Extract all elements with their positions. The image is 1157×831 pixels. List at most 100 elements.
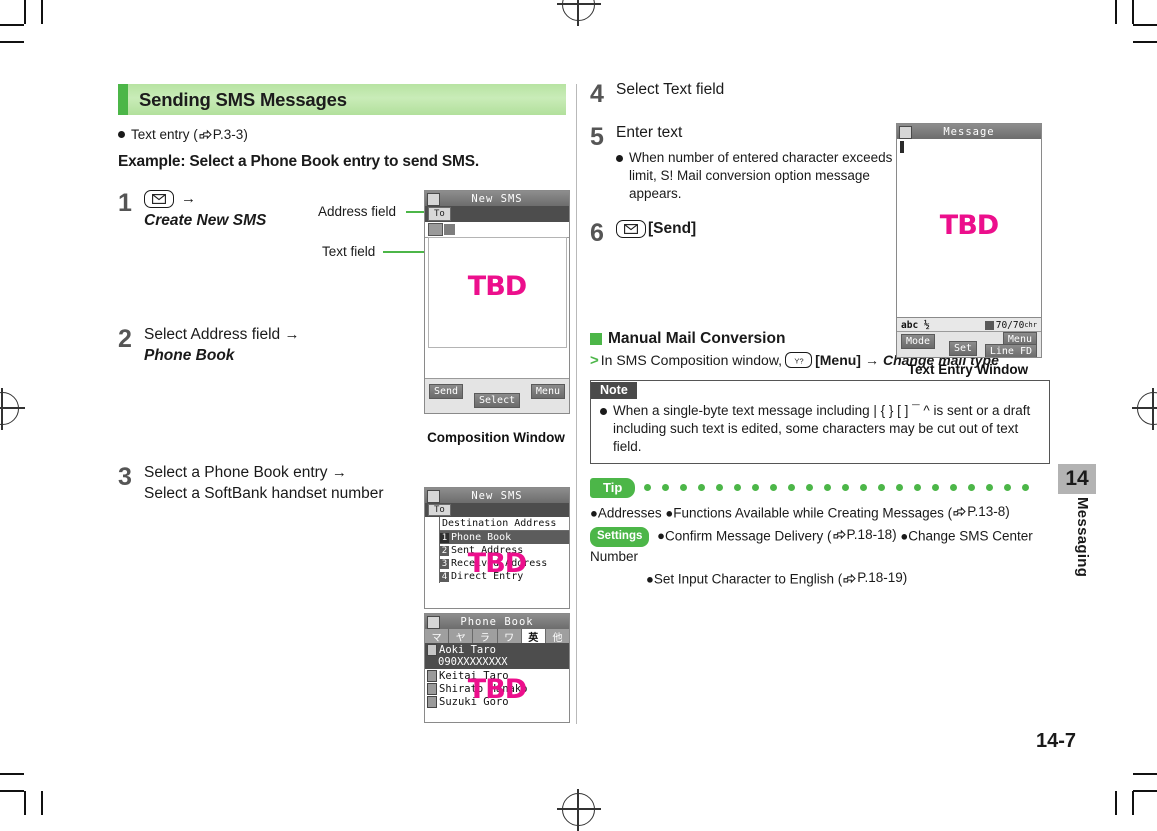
tip-line1-a: Addresses [597,504,662,520]
green-square-icon [590,332,602,345]
char-counter: 70/70 chr [984,319,1037,331]
menu-key-icon: Y? [785,352,813,369]
tab-ya[interactable]: ヤ [449,629,474,644]
crop-mark-tl-h [0,24,24,26]
step-5-number: 5 [590,123,604,151]
crop-mark-br-v2 [1132,791,1134,815]
section-accent-bar [118,84,128,115]
crop-mark-bl-v [24,791,26,815]
crop-mark-tr-v2 [1132,0,1134,24]
screen3-tbd-placeholder: TBD [467,674,527,705]
menu-title: Destination Address [440,517,569,531]
tab-ra[interactable]: ラ [473,629,498,644]
tab-ma[interactable]: マ [425,629,450,644]
tip-line-1: ●Addresses ●Functions Available while Cr… [590,502,1050,523]
screen1-address-row[interactable]: To [425,206,569,222]
screen2-address-row[interactable]: To [425,503,569,517]
screen-text-entry-window: Message TBD abc ½ 70/70 chr Mode Set Menu… [896,123,1042,358]
screen1-text-row[interactable] [425,222,569,238]
registration-mark-bottom [557,789,601,831]
tip-bullet-1: ● [590,504,598,520]
step-6-label: [Send] [648,219,697,237]
note-text: When a single-byte text message includin… [613,402,1031,454]
screen1-title: New SMS [471,192,523,205]
step-5-bullet-dot-icon [616,154,623,162]
tab-english[interactable]: 英 [521,629,546,644]
tip-ref-1: P.13-8) [952,502,1010,522]
step-2-number: 2 [118,325,132,354]
cross-reference: P.3-3 ) [198,127,248,142]
tip-bullet-3: ● [657,528,665,544]
screen2-tbd-placeholder: TBD [467,548,527,579]
softkey-menu[interactable]: Menu [530,384,565,399]
text-field-icon [428,223,443,236]
registration-mark-right [1132,388,1157,430]
manual-op-menu: [Menu] [815,351,861,368]
step-1-number: 1 [118,189,132,217]
registration-mark-left [0,388,25,430]
menu-item-1-label: Phone Book [451,532,512,543]
list-item-selected[interactable]: Aoki Taro 090XXXXXXXX [425,643,569,669]
step-5-body: Enter text When number of entered charac… [616,123,916,203]
screen-destination-address: New SMS To Destination Address 1 Phone B… [424,487,570,609]
manual-heading-text: Manual Mail Conversion [608,329,786,347]
tab-other[interactable]: 他 [546,629,569,644]
step-4-number: 4 [590,80,604,108]
step-1-action: Create New SMS [144,212,267,230]
tip-line3-b: ) [902,570,908,586]
text-cursor [900,141,904,153]
step-5-line1: Enter text [616,124,683,141]
softkey-line-fd[interactable]: Line FD [984,344,1037,357]
mail-status-icon [427,193,440,206]
caption-text-entry-window: Text Entry Window [907,362,1029,377]
tip-ref-3-page: P.18-19 [857,570,903,586]
screen-composition-window: New SMS To TBD Send Select Menu [424,190,570,414]
char-counter-value: 70/70 [995,319,1025,331]
tip-line-3: ●Set Input Character to English (P.18-19… [590,568,1050,589]
tip-dot-rule [644,484,1030,492]
crop-mark-bl-h [0,773,24,775]
chapter-number-tab: 14 [1058,464,1096,494]
callout-address-field: Address field [318,204,397,219]
tab-wa[interactable]: ワ [498,629,522,644]
tip-line2-a: Confirm Message Delivery ( [665,528,832,544]
step-2-body: Select Address field → Phone Book [144,325,299,367]
pointing-hand-icon-4 [843,573,856,583]
registration-mark-top [557,0,601,26]
step-4-body: Select Text field [616,81,725,98]
softkey-mode[interactable]: Mode [901,334,936,349]
mail-key-icon [144,190,174,209]
step-6-body: [Send] [616,219,696,240]
text-entry-bullet: Text entry ( P.3-3 ) [118,127,570,142]
tip-line1-c: ) [1005,503,1010,519]
screen3-titlebar: Phone Book [425,614,569,629]
screen4-softkey-bar: Mode Set Menu Line FD [897,331,1041,357]
crop-mark-br-v [1115,791,1117,815]
caption-composition-window: Composition Window [427,430,565,445]
crop-mark-br-h2 [1133,790,1157,792]
step-1-body: → Create New SMS [144,189,266,232]
tip-ref-1-page: P.13-8 [967,503,1006,519]
counter-icon [984,320,994,330]
step-3-line1: Select a Phone Book entry [144,464,328,482]
svg-text:Y?: Y? [794,356,803,365]
screen4-titlebar: Message [897,124,1041,139]
menu-item-1-number: 1 [440,532,449,543]
to-label-2: To [428,504,451,516]
tip-line-2: Settings ●Confirm Message Delivery (P.18… [590,525,1050,567]
chapter-name-label: Messaging [1074,497,1091,578]
step-2-line1: Select Address field [144,326,281,344]
manual-op-arrow: → [864,351,879,368]
softkey-select[interactable]: Select [474,393,521,408]
text-entry-label: Text entry ( [131,127,198,142]
softkey-send[interactable]: Send [429,384,464,399]
green-caret-icon: > [590,351,599,369]
screen4-status-row: abc ½ 70/70 chr [897,317,1041,332]
step-3-body: Select a Phone Book entry → Select a Sof… [144,463,384,505]
softkey-set[interactable]: Set [949,341,978,356]
pointing-hand-icon [199,129,212,140]
menu-item-1[interactable]: 1 Phone Book [440,531,569,544]
tip-line3-a: Set Input Character to English ( [653,571,843,587]
tip-ref-2: P.18-18) [832,525,897,545]
crop-mark-tl-v2 [41,0,43,24]
